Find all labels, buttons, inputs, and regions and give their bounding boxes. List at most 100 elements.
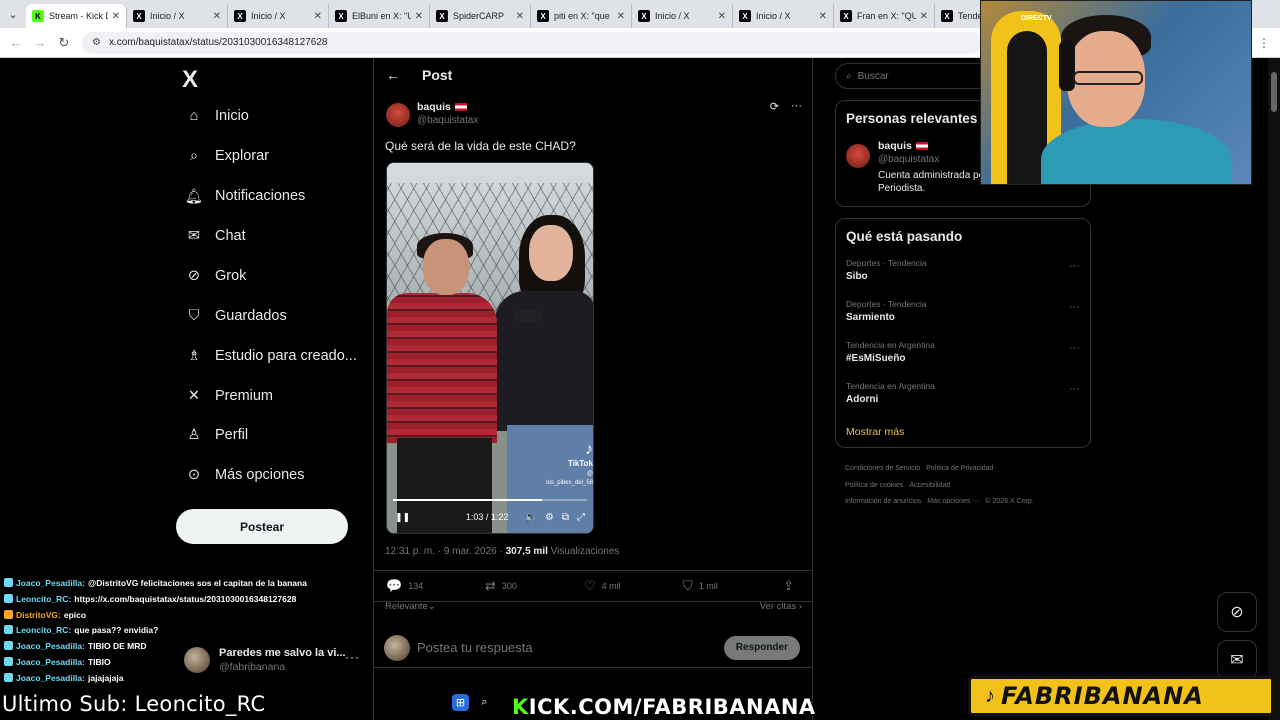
- post-button[interactable]: Postear: [176, 509, 348, 544]
- show-more-link[interactable]: Mostrar más: [836, 418, 1090, 448]
- fullscreen-icon[interactable]: ⤢: [577, 512, 585, 523]
- more-icon[interactable]: ···: [345, 650, 360, 664]
- footer-link[interactable]: Información de anuncios: [845, 498, 921, 505]
- browser-tab[interactable]: X Inicio / X ✕: [733, 4, 834, 28]
- x-logo[interactable]: X: [182, 66, 198, 94]
- browser-tab[interactable]: Xpiti en X: "que ✕: [531, 4, 632, 28]
- footer-link[interactable]: Condiciones de Servicio: [845, 465, 920, 472]
- close-icon[interactable]: ✕: [718, 11, 726, 22]
- tab-search-icon[interactable]: ⌄: [0, 0, 26, 28]
- video-player[interactable]: ♪ TikTok @ los_pibes_del_58 ❚❚ 1:03 / 1:…: [386, 162, 594, 534]
- views-count: 307,5 mil: [505, 546, 548, 557]
- close-icon[interactable]: ✕: [617, 11, 625, 22]
- share-icon: ⇪: [783, 578, 794, 593]
- sidebar-item-guardados[interactable]: ⛉ Guardados: [184, 298, 287, 334]
- browser-tab[interactable]: X Inicio / X ✕: [228, 4, 329, 28]
- avatar[interactable]: [846, 144, 870, 168]
- reply-submit-button[interactable]: Responder: [723, 635, 800, 660]
- volume-icon[interactable]: 🔈: [524, 512, 536, 523]
- close-icon[interactable]: ✕: [112, 11, 120, 22]
- windows-start-icon[interactable]: ⊞: [452, 694, 469, 711]
- post-author[interactable]: baquis @baquistatax: [386, 101, 478, 127]
- x-icon: X: [234, 10, 246, 22]
- browser-tab[interactable]: X ElBuni en X: "U ✕: [329, 4, 430, 28]
- bell-icon: 🔔︎: [184, 188, 204, 205]
- sort-dropdown[interactable]: Relevante⌄: [385, 601, 436, 612]
- more-icon[interactable]: ···: [1069, 383, 1080, 395]
- sidebar-item-explorar[interactable]: ⌕ Explorar: [184, 138, 269, 174]
- sidebar-item-chat[interactable]: ✉ Chat: [184, 218, 246, 254]
- browser-tab[interactable]: X Fran en X: "QU ✕: [834, 4, 935, 28]
- pause-icon[interactable]: ❚❚: [395, 512, 410, 523]
- chat-message: Joaco_Pesadilla: TIBIO DE MRD: [4, 639, 344, 655]
- url-text: x.com/baquistatax/status/203103001634812…: [108, 37, 328, 48]
- url-field[interactable]: ⚙ x.com/baquistatax/status/2031030016348…: [82, 31, 982, 54]
- footer-link[interactable]: Más opciones ···: [927, 498, 979, 505]
- browser-menu-icon[interactable]: ⋮: [1258, 36, 1270, 50]
- back-nav-icon[interactable]: ←: [4, 35, 28, 50]
- post-tools: ⟳ ···: [770, 100, 802, 113]
- sidebar-item-perfil[interactable]: ♙ Perfil: [184, 417, 249, 453]
- trend-item[interactable]: Deportes · Tendencia Sibo ···: [836, 254, 1090, 295]
- mail-icon: ✉: [1230, 652, 1244, 669]
- browser-tab[interactable]: X Inicio / X ✕: [127, 4, 228, 28]
- quotes-link[interactable]: Ver citas ›: [760, 601, 802, 612]
- author-avatar[interactable]: [386, 103, 410, 127]
- sidebar-item-inicio[interactable]: ⌂ Inicio: [184, 98, 249, 134]
- repost-button[interactable]: ⇄ 300: [485, 578, 584, 594]
- back-arrow-icon[interactable]: ←: [386, 67, 400, 83]
- close-icon[interactable]: ✕: [314, 11, 322, 22]
- heart-icon: ♡: [584, 578, 596, 593]
- footer-link[interactable]: Accesibilidad: [909, 482, 950, 489]
- sidebar-item-premium[interactable]: ✕ Premium: [184, 378, 273, 414]
- settings-icon[interactable]: ⚙: [545, 512, 554, 523]
- browser-tab[interactable]: K Stream - Kick D ✕: [26, 4, 127, 28]
- close-icon[interactable]: ✕: [213, 11, 221, 22]
- sidebar-item-notificaciones[interactable]: 🔔︎ Notificaciones: [184, 178, 305, 214]
- flag-icon: [915, 142, 928, 151]
- sidebar-item-estudio[interactable]: ♗ Estudio para creado...: [184, 338, 357, 374]
- footer-link[interactable]: Política de Privacidad: [926, 465, 993, 472]
- browser-tab[interactable]: X Inicio / X ✕: [632, 4, 733, 28]
- like-button[interactable]: ♡ 4 mil: [584, 578, 683, 594]
- search-icon[interactable]: ⌕: [476, 694, 493, 711]
- more-icon[interactable]: ···: [1069, 301, 1080, 313]
- close-icon[interactable]: ✕: [819, 11, 827, 22]
- author-name[interactable]: baquis: [417, 101, 478, 113]
- chat-badge-icon: [4, 672, 13, 682]
- bookmark-button[interactable]: ⛉ 1 mil: [683, 578, 782, 594]
- sidebar-item-grok[interactable]: ⊘ Grok: [184, 258, 247, 294]
- trend-item[interactable]: Deportes · Tendencia Sarmiento ···: [836, 295, 1090, 336]
- share-button[interactable]: ⇪: [783, 578, 800, 594]
- close-icon[interactable]: ✕: [516, 11, 524, 22]
- reload-icon[interactable]: ↻: [52, 35, 76, 51]
- pip-icon[interactable]: ⧉: [562, 512, 569, 523]
- browser-tab[interactable]: X SpiderCARP ✕: [430, 4, 531, 28]
- video-progress[interactable]: [393, 499, 587, 501]
- footer-link[interactable]: Política de cookies: [845, 482, 903, 489]
- reply-input[interactable]: Postea tu respuesta: [417, 640, 533, 655]
- chat-message: Leoncito_RC: que pasa?? envidia?: [4, 623, 344, 639]
- forward-nav-icon[interactable]: →: [28, 35, 52, 50]
- replies-sort: Relevante⌄ Ver citas ›: [385, 601, 802, 612]
- avatar: [384, 634, 410, 661]
- more-icon[interactable]: ···: [1069, 342, 1080, 354]
- footer-link[interactable]: © 2026 X Corp.: [985, 498, 1033, 505]
- reply-button[interactable]: 💬 134: [386, 578, 485, 594]
- trend-item[interactable]: Tendencia en Argentina #EsMiSueño ···: [836, 336, 1090, 377]
- site-settings-icon[interactable]: ⚙: [92, 37, 101, 48]
- x-icon: X: [941, 10, 953, 22]
- more-icon[interactable]: ···: [1069, 260, 1080, 272]
- search-icon: ⌕: [189, 148, 199, 164]
- post-actions: 💬 134 ⇄ 300 ♡ 4 mil ⛉ 1 mil ⇪: [374, 570, 812, 602]
- grok-float-button[interactable]: ⊘: [1217, 592, 1257, 632]
- close-icon[interactable]: ✕: [920, 11, 928, 22]
- last-sub: Ultimo Sub: Leoncito_RC: [2, 692, 266, 716]
- close-icon[interactable]: ✕: [415, 11, 423, 22]
- messages-float-button[interactable]: ✉: [1217, 640, 1257, 680]
- trend-item[interactable]: Tendencia en Argentina Adorni ···: [836, 377, 1090, 418]
- sidebar-item-más[interactable]: ⊙ Más opciones: [184, 457, 305, 493]
- scrollbar[interactable]: [1268, 58, 1280, 720]
- grok-icon[interactable]: ⟳: [770, 100, 779, 113]
- more-icon[interactable]: ···: [791, 100, 802, 113]
